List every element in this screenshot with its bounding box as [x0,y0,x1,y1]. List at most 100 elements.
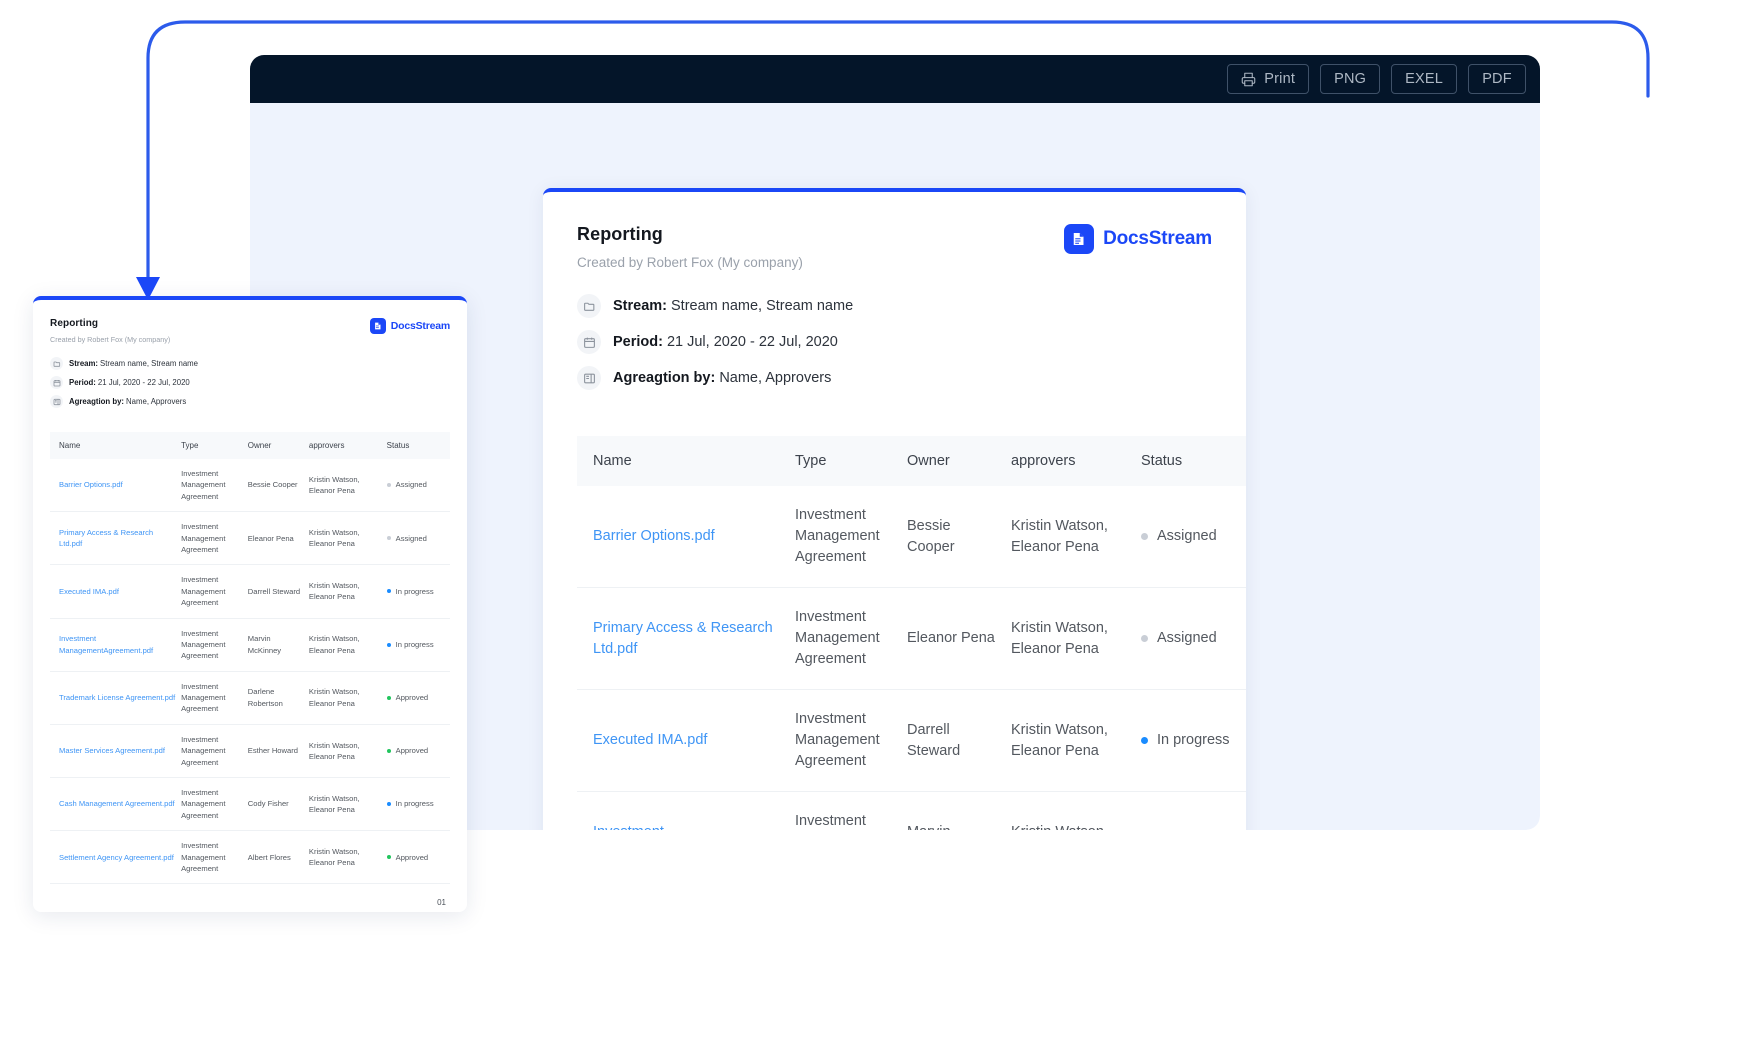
status-badge: Assigned [1141,526,1241,547]
table-row: Executed IMA.pdf Investment Management Ag… [50,564,450,619]
cell-approvers: Kristin Watson, Eleanor Pena [308,830,387,884]
document-title-block: Reporting Created by Robert Fox (My comp… [577,224,803,270]
column-header-type-small[interactable]: Type [181,432,248,459]
cell-owner: Marvin McKinney [247,617,309,672]
document-subtitle: Created by Robert Fox (My company) [577,255,803,270]
document-subtitle-small: Created by Robert Fox (My company) [50,335,171,344]
column-header-name-small[interactable]: Name [50,432,182,459]
status-badge: Assigned [386,479,445,490]
meta-row-stream: Stream: Stream name, Stream name [577,294,1212,318]
status-label: In progress [395,639,434,649]
column-header-name[interactable]: Name [577,436,795,486]
table-body-large: Barrier Options.pdf Investment Management… [577,486,1246,830]
table-row: Barrier Options.pdf Investment Management… [50,459,450,512]
print-button[interactable]: Print [1227,64,1310,94]
document-name-link[interactable]: Settlement Agency Agreement.pdf [59,853,174,862]
cell-owner: Esther Howard [247,723,309,778]
meta-row-period-small: Period: 21 Jul, 2020 - 22 Jul, 2020 [50,376,450,389]
column-header-type[interactable]: Type [795,436,907,486]
table-row: Investment ManagementAgreement.pdf Invest… [577,791,1246,830]
document-name-link[interactable]: Cash Management Agreement.pdf [59,799,175,808]
meta-stream-key: Stream: [613,298,667,314]
status-dot-icon [386,695,391,700]
table-body-small: Barrier Options.pdf Investment Management… [50,459,450,884]
meta-row-period: Period: 21 Jul, 2020 - 22 Jul, 2020 [577,330,1212,354]
cell-type: Investment Management Agreement [181,511,248,565]
meta-period-key-small: Period: [69,378,96,387]
docsstream-logo-text-small: DocsStream [390,320,450,332]
document-name-link[interactable]: Primary Access & Research Ltd.pdf [59,528,153,548]
cell-owner: Darlene Robertson [247,670,309,725]
meta-aggregation-key-small: Agreagtion by: [69,397,125,406]
document-name-link[interactable]: Investment ManagementAgreement.pdf [593,824,773,830]
column-header-status-small[interactable]: Status [386,432,450,459]
cell-type: Investment Management Agreement [181,723,248,778]
status-dot-icon [386,855,391,860]
column-header-approvers-small[interactable]: approvers [308,432,387,459]
meta-stream-key-small: Stream: [69,359,99,368]
cell-owner: Bessie Cooper [247,480,298,490]
cell-approvers: Kristin Watson, Eleanor Pena [1011,791,1141,830]
pdf-button[interactable]: PDF [1468,64,1526,94]
status-badge: In progress [386,639,445,650]
cell-owner: Albert Flores [247,830,309,884]
status-badge: In progress [386,798,445,809]
status-badge: Approved [386,745,445,756]
cell-owner: Darrell Steward [247,564,309,619]
table-row: Master Services Agreement.pdf Investment … [50,723,450,778]
status-dot-icon [1141,533,1148,541]
table-header: Name Type Owner approvers Status [577,436,1246,486]
table-header-row-small: Name Type Owner approvers Status [50,432,450,459]
status-label: Approved [395,693,429,703]
status-label: Assigned [1157,528,1217,545]
document-name-link[interactable]: Barrier Options.pdf [593,528,715,544]
document-name-link[interactable]: Executed IMA.pdf [593,732,707,748]
cell-type: Investment Management Agreement [181,670,248,725]
document-page-small[interactable]: Reporting Created by Robert Fox (My comp… [33,296,467,912]
document-name-link[interactable]: Master Services Agreement.pdf [59,746,165,755]
cell-owner: Cody Fisher [247,777,309,831]
status-label: In progress [395,586,434,596]
status-dot-icon [386,642,391,647]
status-badge: Assigned [1141,628,1241,649]
status-label: Assigned [395,480,427,490]
status-dot-icon [386,748,391,753]
document-name-link[interactable]: Barrier Options.pdf [59,480,123,489]
status-label: In progress [1157,732,1230,749]
column-header-approvers[interactable]: approvers [1011,436,1141,486]
table-row: Trademark License Agreement.pdf Investmen… [50,670,450,725]
column-header-status[interactable]: Status [1141,436,1246,486]
table-row: Primary Access & Research Ltd.pdf Investm… [577,587,1246,690]
meta-row-aggregation: Agreagtion by: Name, Approvers [577,366,1212,390]
document-name-link[interactable]: Executed IMA.pdf [59,587,119,596]
status-dot-icon [1141,635,1148,643]
page-number: 01 [50,883,450,907]
table-row: Cash Management Agreement.pdf Investment … [50,777,450,831]
docsstream-logo-text: DocsStream [1103,228,1212,249]
document-name-link[interactable]: Trademark License Agreement.pdf [59,693,175,702]
cell-type: Investment Management Agreement [181,830,248,884]
cell-approvers: Kristin Watson, Eleanor Pena [1011,587,1141,690]
document-name-link[interactable]: Investment ManagementAgreement.pdf [59,634,153,654]
page-root: Print PNG EXEL PDF Reporting Created by … [0,0,1750,1064]
report-meta-list-small: Stream: Stream name, Stream name Period:… [50,357,450,408]
page-title: Reporting [577,224,663,244]
table-row: Executed IMA.pdf Investment Management Ag… [577,689,1246,792]
cell-type: Investment Management Agreement [181,777,248,831]
viewer-toolbar: Print PNG EXEL PDF [250,55,1540,103]
cell-type: Investment Management Agreement [181,617,248,672]
table-row: Primary Access & Research Ltd.pdf Investm… [50,511,450,565]
layout-icon-small [50,395,63,408]
cell-approvers: Kristin Watson, Eleanor Pena [308,617,387,672]
status-badge: Approved [386,692,445,703]
calendar-icon [577,330,601,354]
png-button[interactable]: PNG [1320,64,1381,94]
meta-row-stream-small: Stream: Stream name, Stream name [50,357,450,370]
cell-approvers: Kristin Watson, Eleanor Pena [308,670,387,725]
document-name-link[interactable]: Primary Access & Research Ltd.pdf [593,620,773,657]
meta-aggregation-value: Name, Approvers [719,370,832,386]
docsstream-logo-small: DocsStream [369,318,450,334]
column-header-owner[interactable]: Owner [907,436,1011,486]
exel-button[interactable]: EXEL [1391,64,1457,94]
column-header-owner-small[interactable]: Owner [247,432,309,459]
